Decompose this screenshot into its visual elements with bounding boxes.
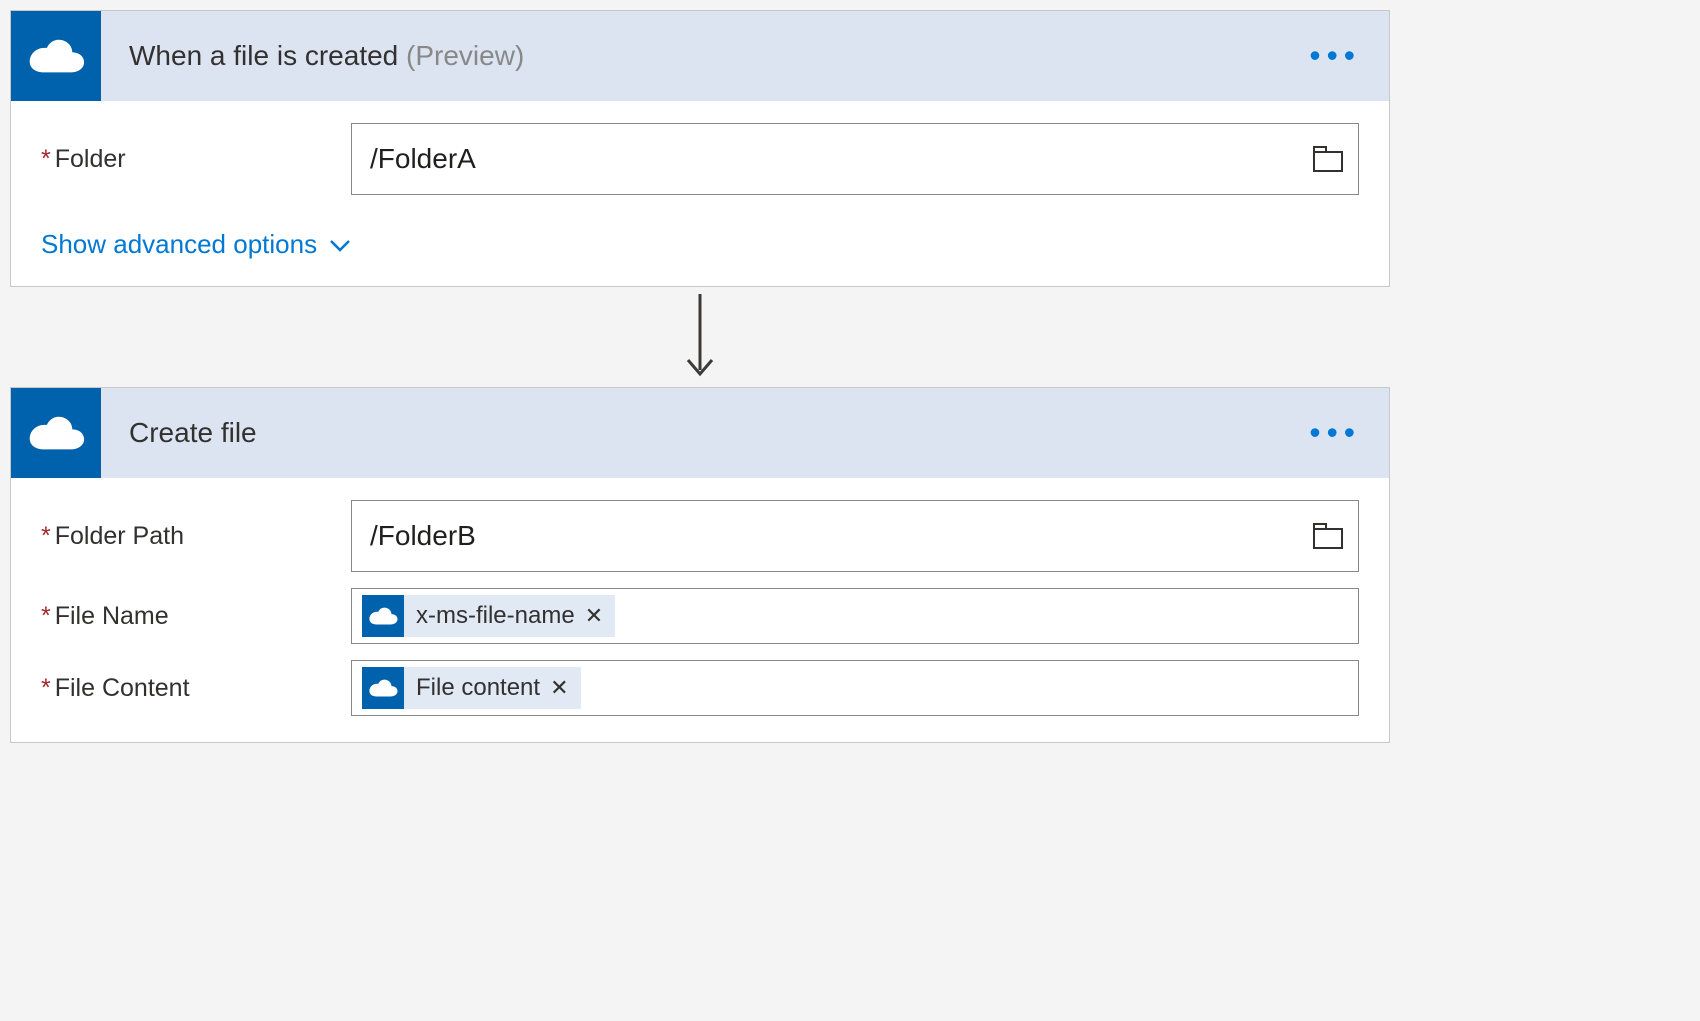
folder-icon <box>1313 523 1343 549</box>
onedrive-icon <box>362 667 404 709</box>
token-remove-button[interactable]: ✕ <box>550 675 568 701</box>
file-name-input[interactable]: x-ms-file-name ✕ <box>351 588 1359 644</box>
cloud-icon <box>27 413 85 453</box>
trigger-card: When a file is created (Preview) ••• *Fo… <box>10 10 1390 287</box>
file-content-input[interactable]: File content ✕ <box>351 660 1359 716</box>
file-content-row: *File Content File content ✕ <box>41 660 1359 716</box>
folder-row: *Folder <box>41 123 1359 195</box>
folder-path-label: *Folder Path <box>41 522 351 551</box>
trigger-header[interactable]: When a file is created (Preview) ••• <box>11 11 1389 101</box>
folder-input-wrap <box>351 123 1359 195</box>
folder-path-input[interactable] <box>352 501 1298 571</box>
action-header[interactable]: Create file ••• <box>11 388 1389 478</box>
folder-path-row: *Folder Path <box>41 500 1359 572</box>
flow-arrow-connector <box>10 287 1390 387</box>
show-advanced-options-link[interactable]: Show advanced options <box>41 229 351 260</box>
chevron-down-icon <box>329 229 351 260</box>
arrow-down-icon <box>680 292 720 382</box>
trigger-body: *Folder Show advanced options <box>11 101 1389 286</box>
onedrive-icon <box>11 388 101 478</box>
trigger-suffix: (Preview) <box>406 40 524 71</box>
action-body: *Folder Path *File Name <box>11 478 1389 742</box>
trigger-title: When a file is created (Preview) <box>129 40 524 72</box>
onedrive-icon <box>11 11 101 101</box>
file-content-label: *File Content <box>41 674 351 703</box>
required-indicator: * <box>41 674 51 702</box>
more-menu-button[interactable]: ••• <box>1309 38 1361 75</box>
folder-path-input-wrap <box>351 500 1359 572</box>
file-name-token[interactable]: x-ms-file-name ✕ <box>362 595 615 637</box>
token-remove-button[interactable]: ✕ <box>585 603 603 629</box>
cloud-icon <box>368 606 398 626</box>
folder-icon <box>1313 146 1343 172</box>
action-card: Create file ••• *Folder Path <box>10 387 1390 743</box>
required-indicator: * <box>41 522 51 550</box>
file-name-row: *File Name x-ms-file-name ✕ <box>41 588 1359 644</box>
folder-picker-button[interactable] <box>1298 501 1358 571</box>
cloud-icon <box>27 36 85 76</box>
required-indicator: * <box>41 602 51 630</box>
token-label: File content <box>416 674 540 702</box>
file-content-token[interactable]: File content ✕ <box>362 667 581 709</box>
cloud-icon <box>368 678 398 698</box>
more-menu-button[interactable]: ••• <box>1309 415 1361 452</box>
folder-input[interactable] <box>352 124 1298 194</box>
onedrive-icon <box>362 595 404 637</box>
required-indicator: * <box>41 145 51 173</box>
action-title: Create file <box>129 417 257 449</box>
file-name-label: *File Name <box>41 602 351 631</box>
folder-picker-button[interactable] <box>1298 124 1358 194</box>
token-label: x-ms-file-name <box>416 602 575 630</box>
folder-label: *Folder <box>41 145 351 174</box>
